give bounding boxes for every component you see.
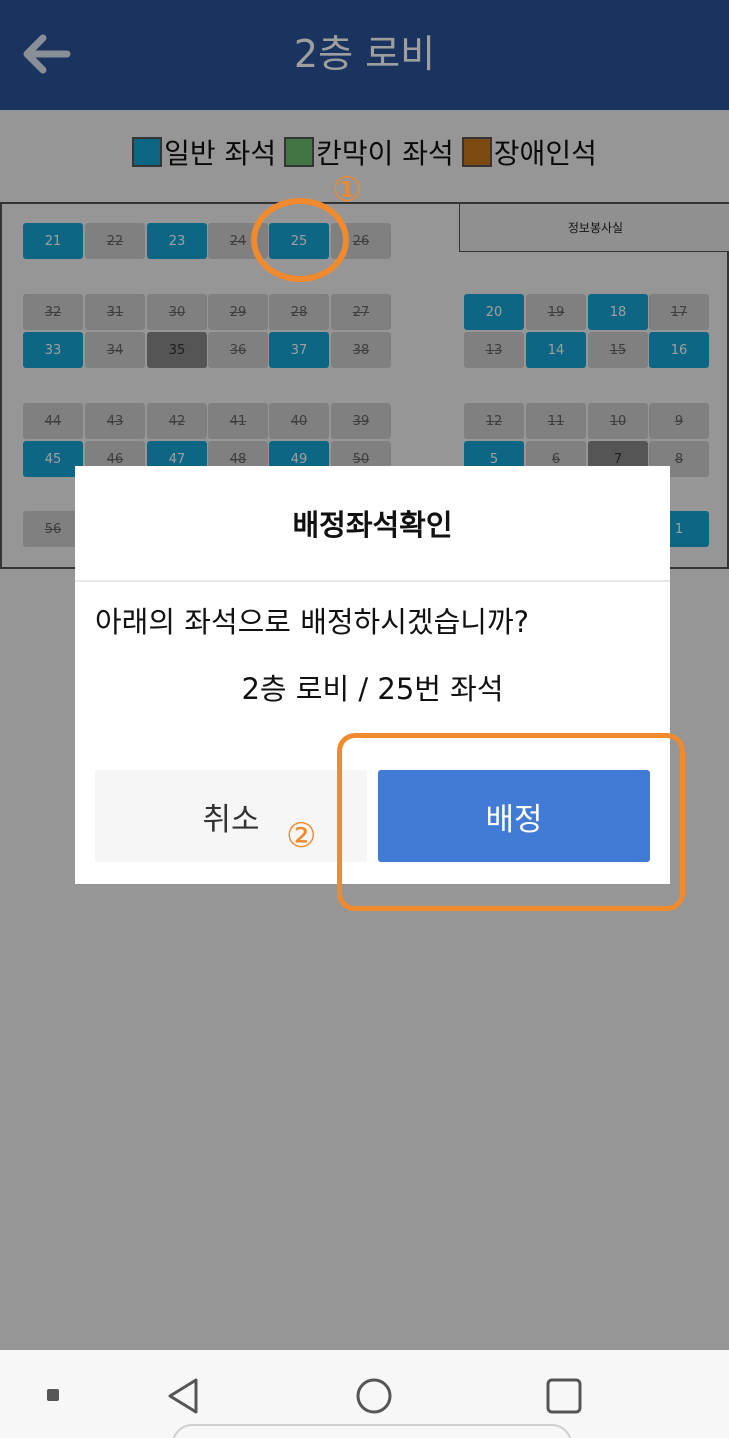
recents-square-icon (546, 1378, 582, 1414)
step-2-marker: ② (286, 816, 317, 856)
dialog-message: 아래의 좌석으로 배정하시겠습니까? (95, 605, 530, 639)
dialog-divider (75, 580, 670, 582)
dialog-seat-detail: 2층 로비 / 25번 좌석 (241, 672, 504, 706)
cancel-button[interactable]: 취소 (95, 770, 367, 862)
home-circle-icon (356, 1378, 392, 1414)
assign-button-highlight (337, 733, 685, 911)
back-triangle-icon (168, 1378, 198, 1414)
nav-back-button[interactable] (156, 1372, 212, 1420)
nav-home-button[interactable] (346, 1372, 402, 1420)
selected-seat-highlight (251, 198, 349, 282)
dialog-title: 배정좌석확인 (292, 508, 453, 542)
step-1-marker: ① (332, 170, 363, 210)
home-indicator[interactable] (172, 1424, 572, 1438)
nav-recents-button[interactable] (536, 1372, 592, 1420)
menu-dot-icon (47, 1389, 59, 1401)
menu-dot-button[interactable] (38, 1380, 68, 1410)
